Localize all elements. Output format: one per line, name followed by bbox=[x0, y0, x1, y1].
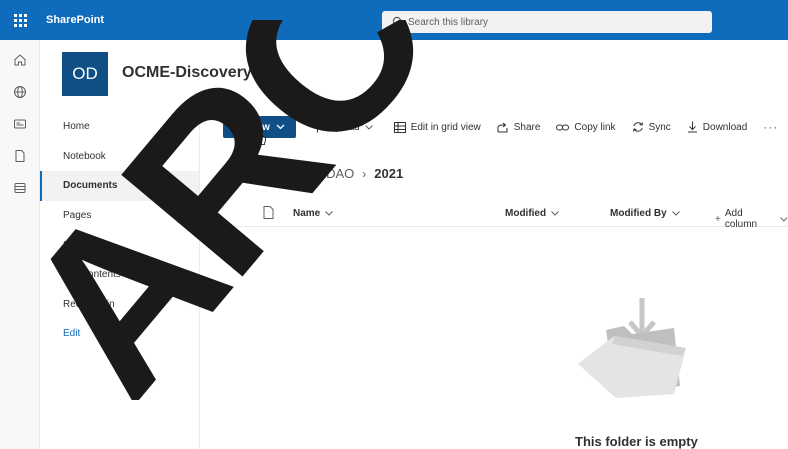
download-button[interactable]: Download bbox=[687, 121, 747, 133]
upload-button[interactable]: Upload bbox=[312, 121, 378, 133]
name-column-label: Name bbox=[293, 208, 321, 219]
rail-sites-button[interactable] bbox=[0, 76, 40, 108]
share-icon bbox=[497, 122, 508, 132]
rail-home-button[interactable] bbox=[0, 44, 40, 76]
nav-item-2021[interactable]: 2021 bbox=[40, 230, 199, 260]
chevron-right-icon: › bbox=[296, 166, 301, 181]
name-column-header[interactable]: Name bbox=[293, 208, 334, 219]
home-icon bbox=[14, 54, 26, 66]
link-icon bbox=[556, 124, 570, 130]
nav-item-documents[interactable]: Documents bbox=[40, 171, 199, 201]
modified-by-column-header[interactable]: Modified By bbox=[610, 208, 680, 219]
copy-link-button[interactable]: Copy link bbox=[556, 121, 616, 133]
left-navigation: Home Notebook Documents Pages 2021 Site … bbox=[40, 112, 200, 449]
chevron-down-icon bbox=[671, 211, 680, 216]
rail-files-button[interactable] bbox=[0, 140, 40, 172]
new-button[interactable]: + New bbox=[223, 116, 296, 145]
list-icon bbox=[14, 183, 26, 193]
edit-grid-view-button[interactable]: Edit in grid view bbox=[393, 121, 481, 133]
breadcrumb-item-documents[interactable]: Documents bbox=[223, 166, 289, 181]
brand-link[interactable]: SharePoint bbox=[46, 14, 104, 26]
nav-item-home[interactable]: Home bbox=[40, 112, 199, 142]
news-icon bbox=[14, 119, 26, 129]
column-header-row: Name Modified Modified By + Add column bbox=[223, 200, 788, 230]
app-launcher-button[interactable] bbox=[0, 0, 40, 40]
sync-button[interactable]: Sync bbox=[632, 121, 671, 133]
copy-link-label: Copy link bbox=[574, 121, 616, 133]
search-input[interactable]: Search this library bbox=[408, 17, 488, 28]
chevron-right-icon: › bbox=[362, 166, 367, 181]
plus-icon: + bbox=[715, 213, 721, 225]
nav-item-pages[interactable]: Pages bbox=[40, 201, 199, 231]
modified-by-column-label: Modified By bbox=[610, 208, 667, 219]
rail-news-button[interactable] bbox=[0, 108, 40, 140]
site-logo[interactable]: OD bbox=[62, 52, 108, 96]
search-icon bbox=[390, 16, 402, 28]
grid-icon bbox=[393, 121, 406, 133]
search-box[interactable]: Search this library bbox=[382, 11, 712, 33]
rail-lists-button[interactable] bbox=[0, 172, 40, 204]
file-type-icon bbox=[263, 206, 274, 219]
sync-icon bbox=[632, 122, 643, 132]
site-title[interactable]: OCME-DiscoveryLaw bbox=[122, 64, 283, 82]
sync-label: Sync bbox=[648, 121, 671, 133]
add-column-button[interactable]: + Add column bbox=[715, 208, 788, 230]
empty-folder-icon bbox=[578, 298, 686, 398]
waffle-icon bbox=[13, 13, 27, 27]
chevron-down-icon bbox=[276, 124, 285, 130]
chevron-down-icon bbox=[325, 211, 334, 216]
file-icon bbox=[15, 150, 25, 162]
more-options-button[interactable]: ··· bbox=[763, 120, 778, 134]
download-label: Download bbox=[702, 121, 748, 133]
add-column-label: Add column bbox=[724, 208, 758, 230]
globe-icon bbox=[14, 86, 26, 98]
suite-bar: SharePoint Search this library bbox=[0, 0, 788, 40]
upload-label: Upload bbox=[328, 121, 360, 133]
share-label: Share bbox=[513, 121, 541, 133]
plus-icon: + bbox=[234, 118, 244, 135]
empty-state-message: This folder is empty bbox=[575, 434, 698, 449]
command-bar: + New Upload Edit in grid view Share Cop… bbox=[223, 114, 788, 145]
modified-column-header[interactable]: Modified bbox=[505, 208, 559, 219]
chevron-down-icon bbox=[780, 216, 788, 222]
download-icon bbox=[687, 121, 697, 133]
nav-item-site-contents[interactable]: Site contents bbox=[40, 260, 199, 290]
breadcrumb: Documents › BXDAO › 2021 bbox=[223, 166, 403, 181]
share-button[interactable]: Share bbox=[497, 121, 541, 133]
chevron-down-icon bbox=[551, 211, 559, 216]
nav-item-notebook[interactable]: Notebook bbox=[40, 142, 199, 172]
edit-grid-view-label: Edit in grid view bbox=[410, 121, 481, 133]
chevron-down-icon bbox=[364, 124, 373, 130]
nav-edit-link[interactable]: Edit bbox=[40, 319, 199, 349]
file-type-column-header[interactable] bbox=[263, 206, 274, 219]
app-rail bbox=[0, 40, 40, 449]
upload-icon bbox=[313, 121, 322, 133]
modified-column-label: Modified bbox=[505, 208, 547, 219]
nav-item-recycle-bin[interactable]: Recycle bin bbox=[40, 290, 199, 320]
breadcrumb-item-current: 2021 bbox=[374, 166, 404, 181]
breadcrumb-item-bxdao[interactable]: BXDAO bbox=[309, 166, 355, 181]
mouse-pointer-icon bbox=[255, 130, 267, 145]
